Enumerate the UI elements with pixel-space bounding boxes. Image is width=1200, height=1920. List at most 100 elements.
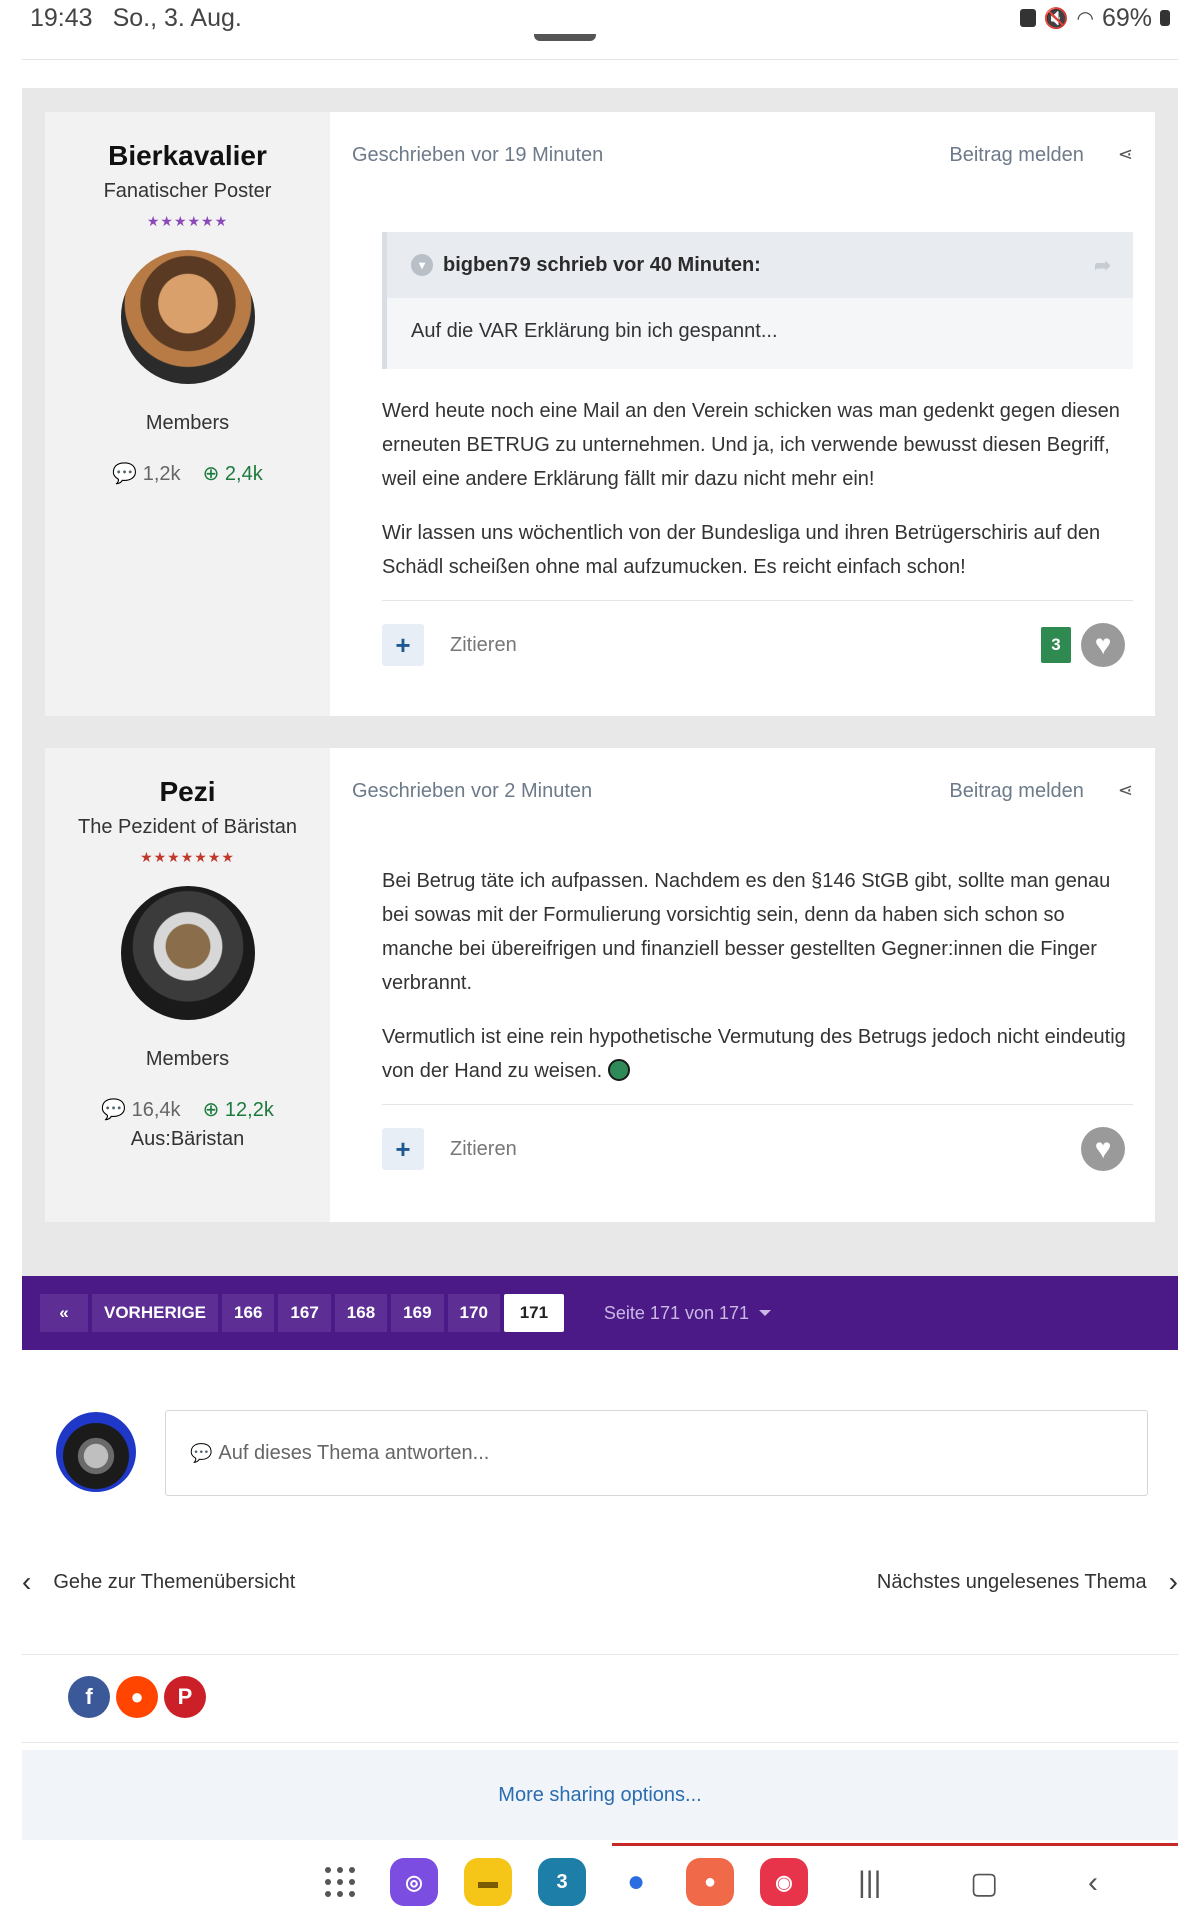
page-166[interactable]: 166 bbox=[222, 1294, 275, 1332]
back-label: Gehe zur Themenübersicht bbox=[53, 1570, 296, 1593]
rank-stars: ★★★★★★★ bbox=[140, 849, 235, 865]
reddit-icon[interactable]: ● bbox=[116, 1676, 158, 1718]
share-buttons: f ● P bbox=[68, 1676, 206, 1718]
page-info: Seite 171 von 171 bbox=[603, 1302, 750, 1323]
wifi-icon: ◠ bbox=[1076, 7, 1094, 30]
heart-icon[interactable]: ♥ bbox=[1081, 1127, 1125, 1171]
clock: 19:43 bbox=[30, 3, 93, 32]
reactions: ♥ bbox=[1081, 1127, 1125, 1171]
files-icon[interactable]: ▬ bbox=[464, 1858, 512, 1906]
plus-circle-icon: ⊕ bbox=[202, 1099, 220, 1121]
chevron-right-icon: › bbox=[1168, 1566, 1178, 1597]
current-user-avatar[interactable] bbox=[56, 1412, 136, 1492]
mute-icon: 🔇 bbox=[1043, 7, 1069, 30]
recent-apps-icon[interactable]: ||| bbox=[858, 1866, 881, 1900]
app-drawer-icon[interactable] bbox=[316, 1858, 364, 1906]
post-feed: Bierkavalier Fanatischer Poster ★★★★★★ M… bbox=[22, 88, 1178, 1276]
page-168[interactable]: 168 bbox=[334, 1294, 388, 1332]
avatar[interactable] bbox=[120, 250, 255, 384]
multiquote-button[interactable]: + bbox=[382, 1128, 424, 1170]
report-link[interactable]: Beitrag melden bbox=[949, 144, 1084, 167]
paragraph: Werd heute noch eine Mail an den Verein … bbox=[382, 400, 1120, 490]
post-actions: + Zitieren ♥ bbox=[382, 1104, 1133, 1171]
previous-page-button[interactable]: VORHERIGE bbox=[92, 1294, 219, 1332]
multiquote-button[interactable]: + bbox=[382, 624, 424, 666]
post-timestamp[interactable]: Geschrieben vor 19 Minuten bbox=[352, 144, 603, 167]
heart-icon[interactable]: ♥ bbox=[1081, 623, 1125, 667]
quote-author: bigben79 schrieb vor 40 Minuten: bbox=[443, 253, 761, 276]
post-count: 💬 16,4k bbox=[101, 1099, 181, 1121]
paragraph: Wir lassen uns wöchentlich von der Bunde… bbox=[382, 522, 1101, 578]
back-to-topics-link[interactable]: ‹ Gehe zur Themenübersicht bbox=[22, 1566, 295, 1598]
author-name[interactable]: Bierkavalier bbox=[45, 140, 330, 172]
post-count: 💬 1,2k bbox=[112, 463, 181, 485]
quote-text: Auf die VAR Erklärung bin ich gespannt..… bbox=[411, 320, 778, 342]
page-jump-dropdown[interactable]: Seite 171 von 171 bbox=[603, 1302, 772, 1324]
back-icon[interactable]: ‹ bbox=[1088, 1866, 1098, 1900]
date: So., 3. Aug. bbox=[112, 3, 242, 32]
author-rank: The Pezident of Bäristan bbox=[77, 816, 297, 838]
reputation: ⊕ 2,4k bbox=[202, 463, 263, 485]
share-icon[interactable]: ⋖ bbox=[1118, 780, 1133, 803]
next-label: Nächstes ungelesenes Thema bbox=[876, 1570, 1147, 1593]
messages-icon[interactable]: ● bbox=[612, 1858, 660, 1906]
home-icon[interactable]: ▢ bbox=[970, 1866, 998, 1901]
pagination-bar: « VORHERIGE 166 167 168 169 170 171 Seit… bbox=[22, 1276, 1178, 1350]
status-bar: 19:43 So., 3. Aug. 🔇 ◠ 69% bbox=[0, 0, 1200, 36]
caret-down-icon bbox=[759, 1310, 772, 1316]
reply-placeholder: Auf dieses Thema antworten... bbox=[218, 1441, 490, 1464]
quote-button[interactable]: Zitieren bbox=[450, 634, 517, 657]
status-icons: 🔇 ◠ 69% bbox=[1019, 4, 1170, 33]
drag-handle[interactable] bbox=[534, 34, 596, 41]
plus-circle-icon: ⊕ bbox=[202, 463, 220, 485]
more-sharing-options[interactable]: More sharing options... bbox=[22, 1750, 1178, 1840]
current-page[interactable]: 171 bbox=[503, 1294, 564, 1332]
quote-button[interactable]: Zitieren bbox=[450, 1138, 517, 1161]
reaction-count[interactable]: 3 bbox=[1041, 627, 1071, 663]
topic-navigation: ‹ Gehe zur Themenübersicht Nächstes unge… bbox=[22, 1566, 1178, 1598]
author-stats: 💬 1,2k ⊕ 2,4k bbox=[45, 461, 330, 486]
divider bbox=[22, 1742, 1178, 1743]
post-content: Bei Betrug täte ich aufpassen. Nachdem e… bbox=[382, 864, 1133, 1108]
member-group: Members bbox=[145, 412, 230, 434]
rank-stars: ★★★★★★ bbox=[146, 213, 229, 229]
post-body: Geschrieben vor 19 Minuten Beitrag melde… bbox=[330, 112, 1155, 716]
author-panel: Pezi The Pezident of Bäristan ★★★★★★★ Me… bbox=[45, 748, 330, 1222]
quote-block: ▾ bigben79 schrieb vor 40 Minuten: ➦ Auf… bbox=[382, 232, 1133, 369]
avatar[interactable] bbox=[120, 886, 255, 1020]
page-170[interactable]: 170 bbox=[447, 1294, 500, 1332]
camera-icon[interactable]: ◉ bbox=[760, 1858, 808, 1906]
post-meta: Geschrieben vor 19 Minuten Beitrag melde… bbox=[352, 144, 1133, 167]
post-meta: Geschrieben vor 2 Minuten Beitrag melden… bbox=[352, 780, 1133, 803]
report-link[interactable]: Beitrag melden bbox=[949, 780, 1084, 803]
goto-quote-icon[interactable]: ➦ bbox=[1094, 253, 1111, 278]
reactions: 3 ♥ bbox=[1041, 623, 1125, 667]
reply-input[interactable]: 💬 Auf dieses Thema antworten... bbox=[165, 1410, 1148, 1496]
author-stats: 💬 16,4k ⊕ 12,2k bbox=[45, 1097, 330, 1122]
post-content: Werd heute noch eine Mail an den Verein … bbox=[382, 394, 1133, 604]
next-unread-link[interactable]: Nächstes ungelesenes Thema › bbox=[877, 1566, 1178, 1598]
contacts-icon[interactable]: ● bbox=[686, 1858, 734, 1906]
calendar-icon[interactable]: 3 bbox=[538, 1858, 586, 1906]
notification-icon bbox=[1019, 9, 1036, 27]
comment-icon: 💬 bbox=[190, 1442, 213, 1463]
previous-card-edge bbox=[22, 36, 1178, 60]
comment-icon: 💬 bbox=[101, 1099, 127, 1121]
author-name[interactable]: Pezi bbox=[45, 776, 330, 808]
paragraph: Vermutlich ist eine rein hypothetische V… bbox=[382, 1026, 1126, 1082]
first-page-button[interactable]: « bbox=[40, 1294, 88, 1332]
grinning-emoji-icon bbox=[607, 1059, 630, 1081]
chevron-down-icon[interactable]: ▾ bbox=[411, 254, 433, 276]
page-169[interactable]: 169 bbox=[391, 1294, 444, 1332]
author-rank: Fanatischer Poster bbox=[103, 180, 272, 202]
post-timestamp[interactable]: Geschrieben vor 2 Minuten bbox=[352, 780, 592, 803]
post-body: Geschrieben vor 2 Minuten Beitrag melden… bbox=[330, 748, 1155, 1222]
facebook-icon[interactable]: f bbox=[68, 1676, 110, 1718]
pinterest-icon[interactable]: P bbox=[164, 1676, 206, 1718]
post: Bierkavalier Fanatischer Poster ★★★★★★ M… bbox=[45, 112, 1155, 716]
taskbar-dock: ◎ ▬ 3 ● ● ◉ bbox=[316, 1858, 808, 1906]
paragraph: Bei Betrug täte ich aufpassen. Nachdem e… bbox=[382, 870, 1111, 994]
page-167[interactable]: 167 bbox=[278, 1294, 331, 1332]
share-icon[interactable]: ⋖ bbox=[1118, 144, 1133, 167]
browser-icon[interactable]: ◎ bbox=[390, 1858, 438, 1906]
